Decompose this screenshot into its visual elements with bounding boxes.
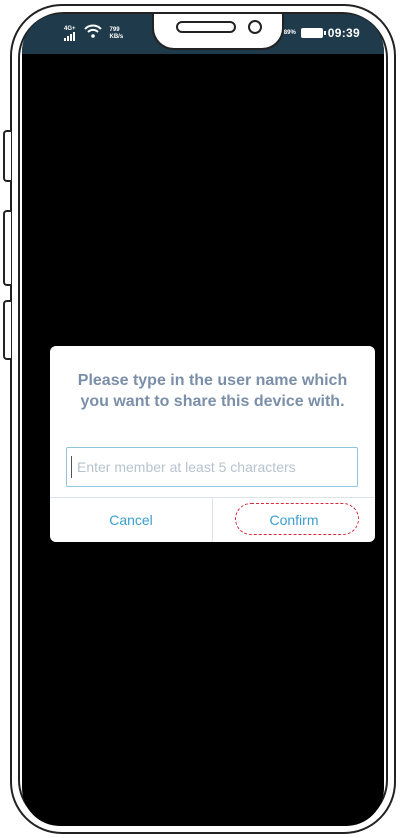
volume-down-button (3, 210, 11, 286)
signal-bars (64, 32, 75, 41)
camera-icon (248, 20, 262, 34)
cancel-button-label: Cancel (109, 512, 153, 528)
network-speed-value: 799 (109, 26, 120, 33)
member-name-input[interactable] (66, 447, 358, 487)
dialog-message: Please type in the user name which you w… (77, 372, 348, 410)
status-clock: 09:39 (327, 26, 360, 40)
volume-up-button (3, 130, 11, 182)
battery-percent: 89% (283, 30, 296, 36)
battery-icon (300, 28, 326, 38)
status-icons-left: 4G+ 799 KB/s (64, 24, 123, 43)
speaker-icon (176, 21, 236, 33)
phone-screen: 4G+ 799 KB/s 89% 09:39 Please type in th… (22, 14, 384, 826)
signal-icon: 4G+ (64, 26, 76, 41)
notch (152, 14, 284, 50)
status-icons-right: 89% 09:39 (284, 26, 360, 40)
dialog-button-row: Cancel Confirm (50, 497, 375, 542)
power-button (3, 300, 11, 360)
network-speed-unit: KB/s (109, 33, 124, 40)
wifi-icon (83, 24, 102, 43)
status-bar: 4G+ 799 KB/s 89% 09:39 (22, 14, 384, 54)
share-device-dialog: Please type in the user name which you w… (50, 346, 375, 542)
network-speed: 799 KB/s (110, 27, 124, 40)
cancel-button[interactable]: Cancel (50, 498, 213, 542)
confirm-button-label: Confirm (269, 512, 319, 528)
text-cursor (71, 456, 72, 478)
confirm-button[interactable]: Confirm (213, 498, 375, 542)
